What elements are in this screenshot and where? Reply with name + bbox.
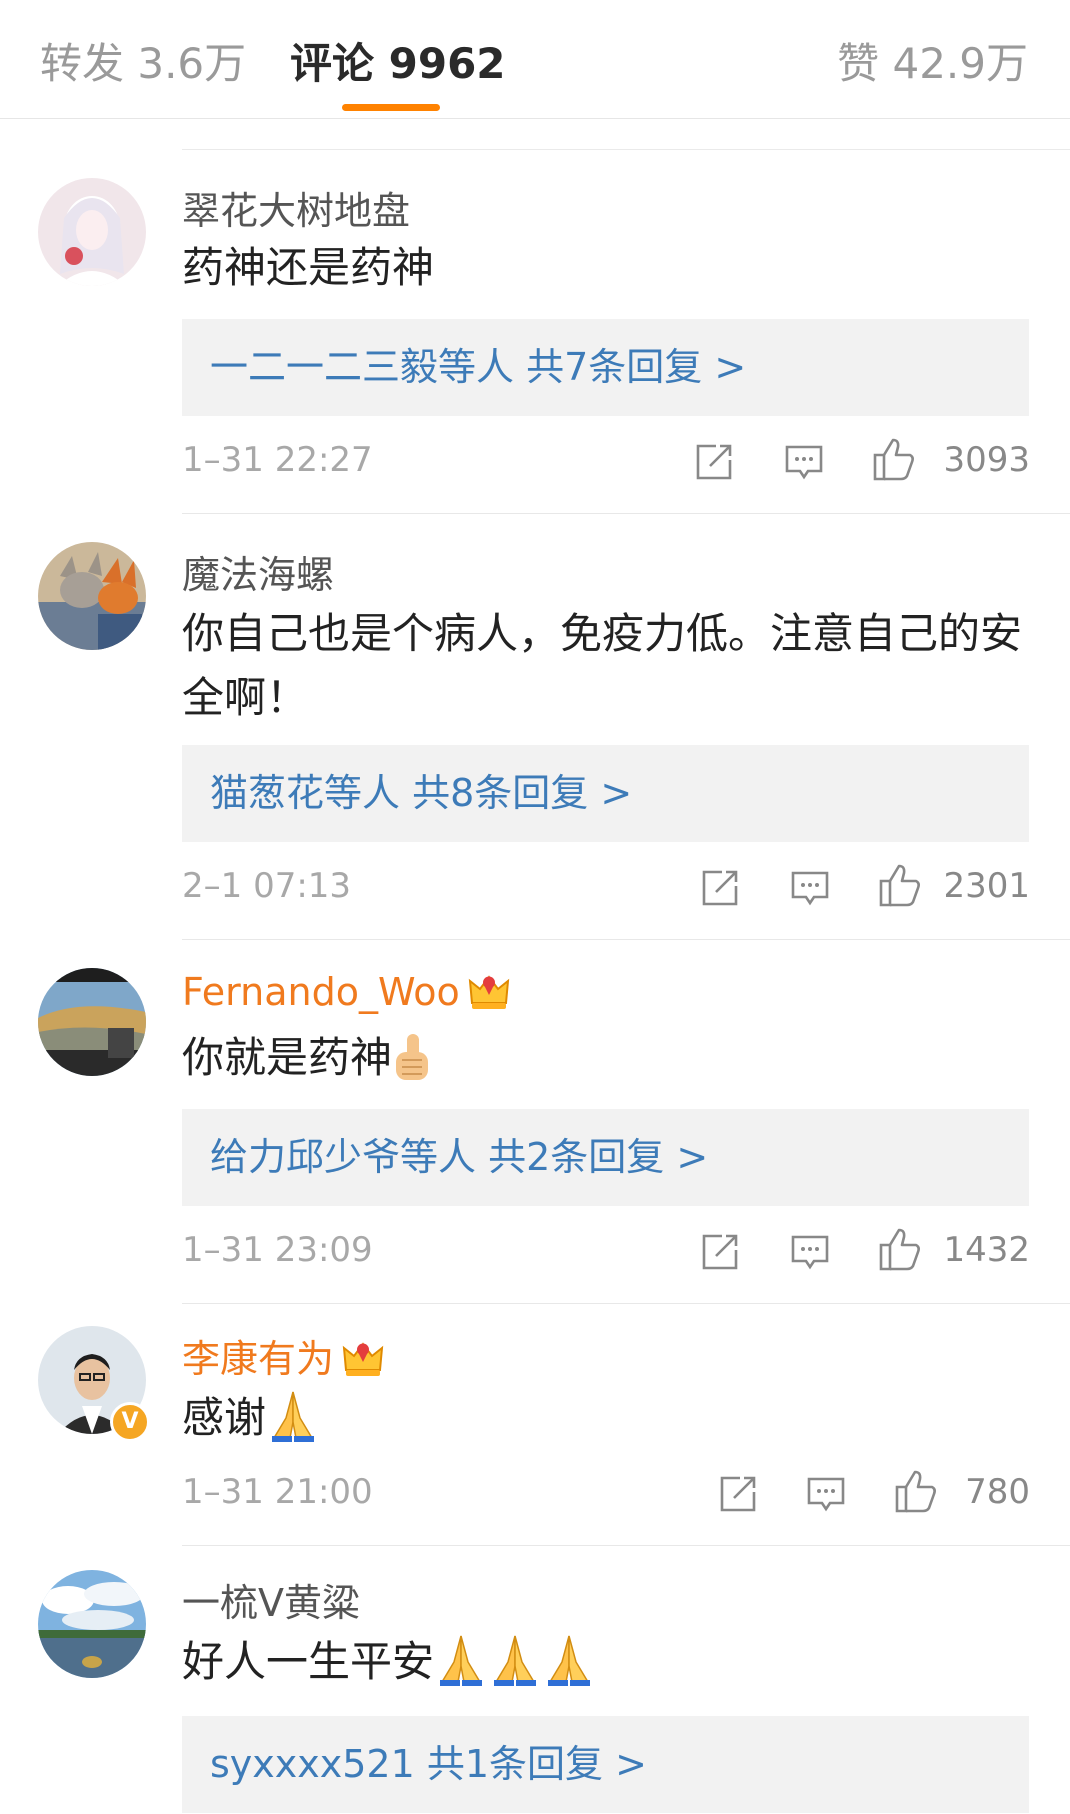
comment-time: 1–31 23:09 (182, 1230, 373, 1270)
username[interactable]: Fernando_Woo (182, 970, 510, 1020)
comment-icon[interactable] (784, 442, 824, 486)
comment-meta: 1–31 21:00 780 (182, 1470, 1030, 1522)
thumbs-up-emoji (392, 1030, 432, 1100)
active-tab-indicator (342, 104, 440, 111)
replies-summary-text: 给力邱少爷等人 共2条回复 > (210, 1135, 709, 1179)
crown-icon (342, 1340, 384, 1387)
comment-icon[interactable] (790, 1232, 830, 1276)
crown-icon (468, 973, 510, 1020)
like-icon[interactable] (878, 1226, 922, 1276)
pray-emoji (542, 1632, 596, 1704)
tab-likes[interactable]: 赞 42.9万 (837, 30, 1028, 91)
comment-text-value: 你就是药神 (182, 1033, 393, 1082)
avatar[interactable] (38, 968, 146, 1076)
comment-time: 2–1 07:13 (182, 866, 352, 906)
tab-repost[interactable]: 转发 3.6万 (40, 30, 246, 91)
replies-summary-text: 猫葱花等人 共8条回复 > (210, 771, 633, 815)
pray-emoji (434, 1632, 488, 1704)
comment-text: 好人一生平安 (182, 1630, 1042, 1704)
like-count: 780 (965, 1472, 1030, 1512)
comment-time: 1–31 22:27 (182, 440, 373, 480)
like-icon[interactable] (894, 1468, 938, 1518)
comment-text: 你自己也是个病人，免疫力低。注意自己的安全啊！ (182, 609, 1023, 722)
share-icon[interactable] (700, 1232, 742, 1276)
username[interactable]: 翠花大树地盘 (182, 180, 410, 235)
share-icon[interactable] (718, 1474, 760, 1518)
comment-tab-bar: 转发 3.6万 评论 9962 赞 42.9万 (0, 0, 1070, 119)
divider (182, 149, 1070, 150)
tab-comments[interactable]: 评论 9962 (290, 30, 506, 91)
divider (182, 1303, 1070, 1304)
replies-summary[interactable]: 给力邱少爷等人 共2条回复 > (182, 1109, 1029, 1206)
username[interactable]: 一梳V黄粱 (182, 1572, 360, 1627)
username[interactable]: 李康有为 (182, 1328, 384, 1387)
like-icon[interactable] (878, 862, 922, 912)
username-text: Fernando_Woo (182, 970, 460, 1014)
avatar[interactable] (38, 1570, 146, 1678)
divider (182, 513, 1070, 514)
verified-badge: V (110, 1402, 150, 1442)
avatar[interactable] (38, 178, 146, 286)
replies-summary-text: syxxxx521 共1条回复 > (210, 1742, 647, 1786)
pray-emoji (488, 1632, 542, 1704)
replies-summary[interactable]: 一二一二三毅等人 共7条回复 > (182, 319, 1029, 416)
divider (182, 939, 1070, 940)
comment-text: 感谢 (182, 1386, 1042, 1460)
comment-icon[interactable] (806, 1474, 846, 1518)
like-count: 3093 (943, 440, 1030, 480)
like-icon[interactable] (872, 436, 916, 486)
comment-time: 1–31 21:00 (182, 1472, 373, 1512)
comment-text: 药神还是药神 (182, 243, 435, 292)
share-icon[interactable] (700, 868, 742, 912)
comment-meta: 1–31 23:09 1432 (182, 1228, 1030, 1280)
avatar[interactable] (38, 542, 146, 650)
share-icon[interactable] (694, 442, 736, 486)
like-count: 1432 (943, 1230, 1030, 1270)
comment-text: 你就是药神 (182, 1026, 1042, 1100)
pray-emoji (266, 1388, 320, 1460)
replies-summary-text: 一二一二三毅等人 共7条回复 > (210, 345, 747, 389)
replies-summary[interactable]: 猫葱花等人 共8条回复 > (182, 745, 1029, 842)
username[interactable]: 魔法海螺 (182, 544, 334, 599)
like-count: 2301 (943, 866, 1030, 906)
username-text: 李康有为 (182, 1337, 335, 1381)
comment-icon[interactable] (790, 868, 830, 912)
comment-meta: 1–31 22:27 3093 (182, 438, 1030, 490)
comment-text-value: 好人一生平安 (182, 1637, 435, 1686)
replies-summary[interactable]: syxxxx521 共1条回复 > (182, 1716, 1029, 1813)
comment-meta: 2–1 07:13 2301 (182, 864, 1030, 916)
divider (182, 1545, 1070, 1546)
comment-text-value: 感谢 (182, 1393, 267, 1442)
